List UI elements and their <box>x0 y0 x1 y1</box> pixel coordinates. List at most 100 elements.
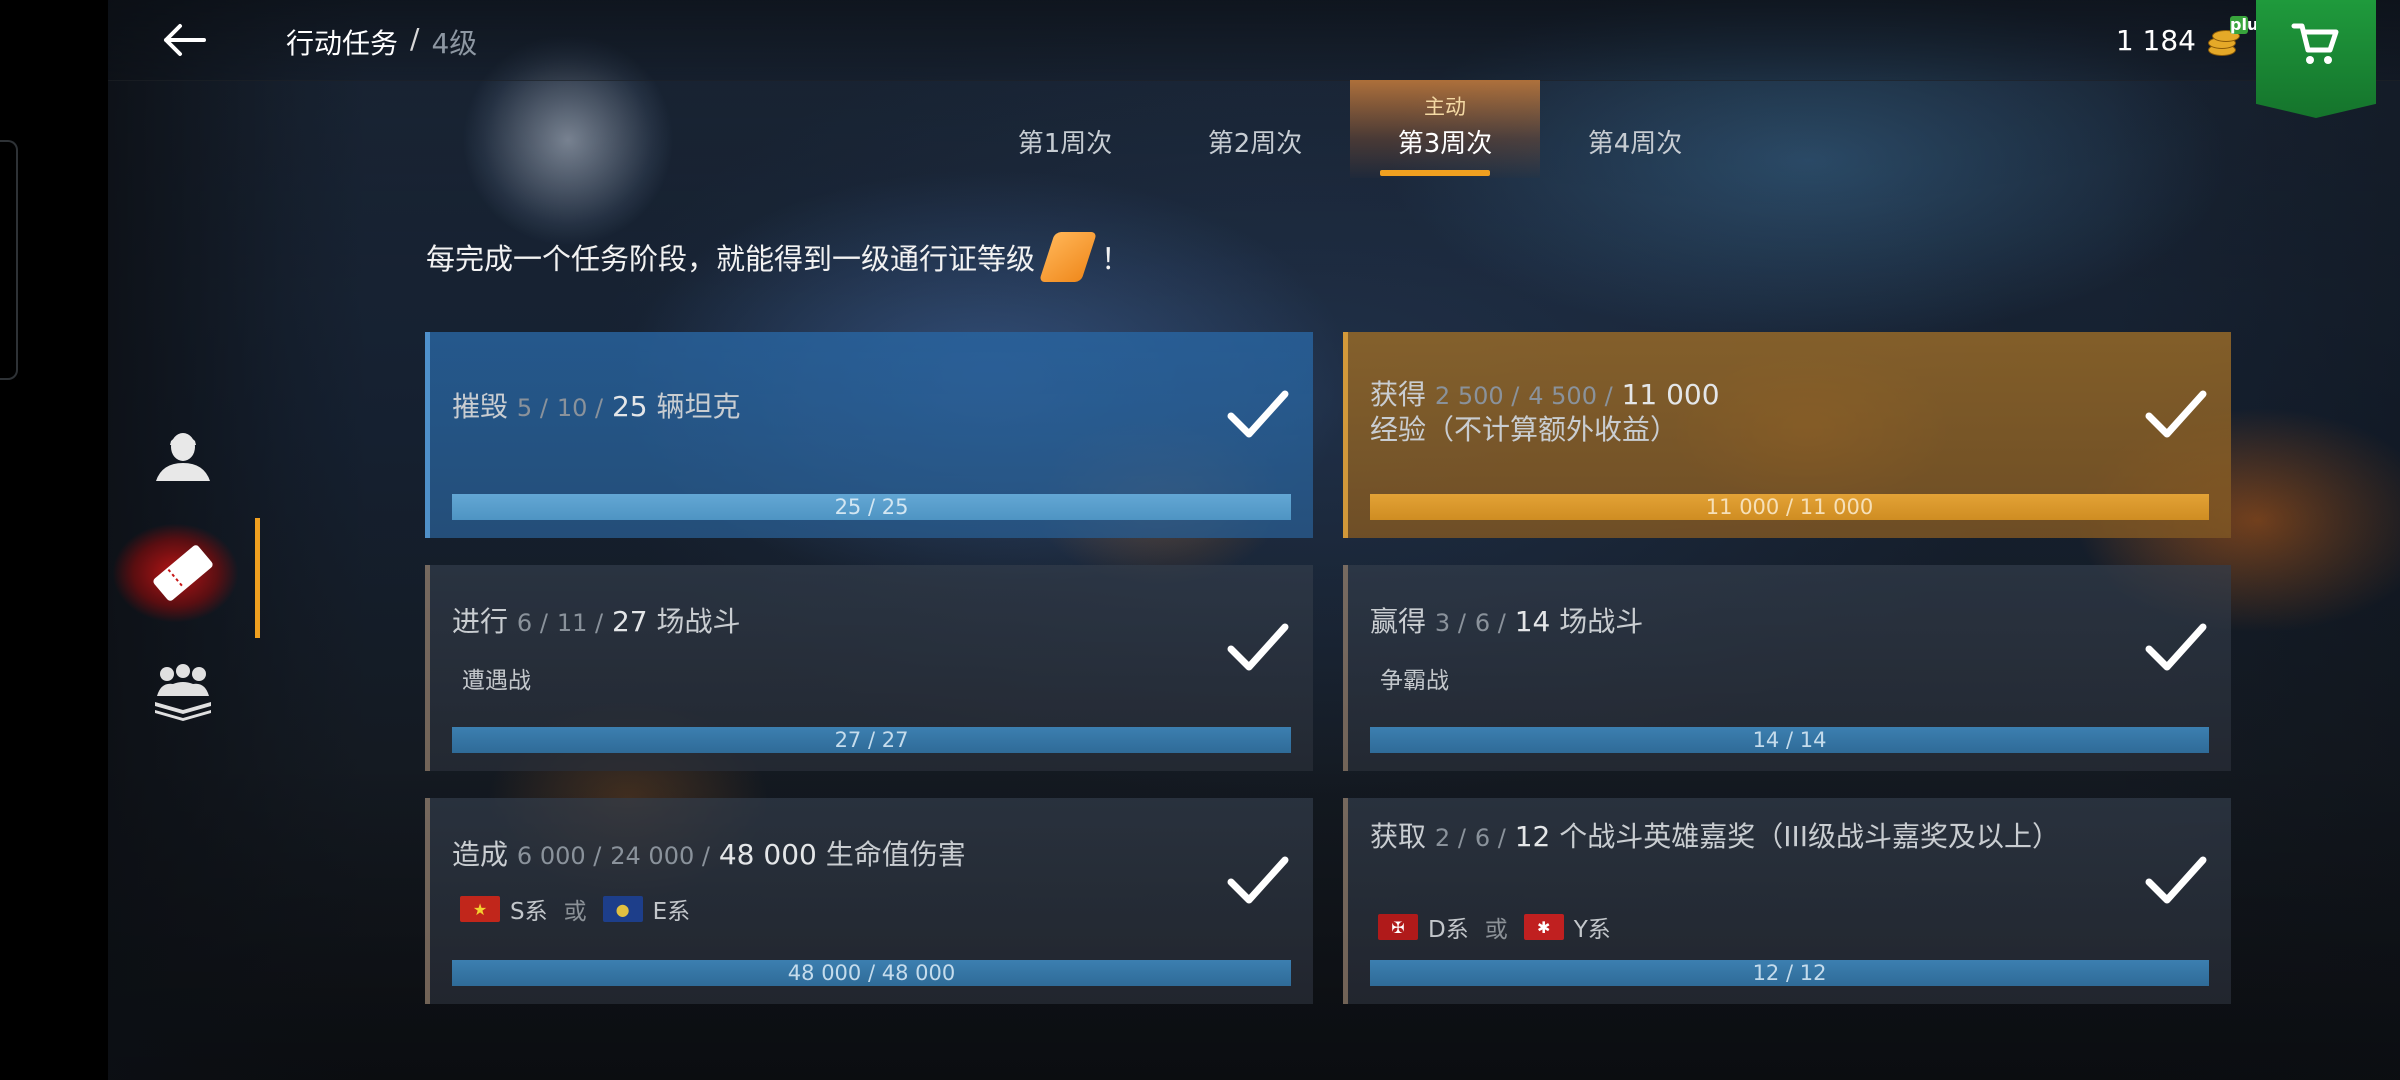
task-object: 场战斗 <box>656 605 741 638</box>
progress-text: 27 / 27 <box>834 728 909 752</box>
task-card[interactable]: 获得 2 500 / 4 500 / 11 000 经验（不计算额外收益） 11… <box>1343 332 2231 538</box>
task-object: 个战斗英雄嘉奖（III级战斗嘉奖及以上） <box>1559 820 2061 853</box>
cart-icon <box>2291 23 2339 64</box>
task-description: 造成 6 000 / 24 000 / 48 000 生命值伤害 <box>452 838 1112 873</box>
task-card[interactable]: 摧毁 5 / 10 / 25 辆坦克 25 / 25 <box>425 332 1313 538</box>
week-label: 第2周次 <box>1207 129 1303 159</box>
gold-balance[interactable]: 1 184 plus <box>2115 16 2268 58</box>
breadcrumb-title[interactable]: 行动任务 <box>286 22 398 62</box>
screen-edge <box>0 0 108 1080</box>
sidebar-item-profile[interactable] <box>108 400 258 510</box>
task-stage-2: 10 / <box>556 394 604 422</box>
back-button[interactable] <box>148 14 220 66</box>
crew-icon <box>155 664 211 721</box>
nation-s-flag-icon: ★ <box>460 896 500 922</box>
active-week-tag: 主动 <box>1424 95 1466 119</box>
breadcrumb: 行动任务 / 4级 <box>286 22 477 62</box>
task-target: 27 <box>611 605 648 638</box>
active-tab-indicator <box>1380 170 1490 176</box>
nation-y-flag-icon: ✱ <box>1523 914 1564 940</box>
nation-d-flag-icon: ✠ <box>1378 914 1418 940</box>
task-verb: 进行 <box>452 605 509 638</box>
task-object: 辆坦克 <box>656 390 741 423</box>
task-verb: 摧毁 <box>452 390 509 423</box>
info-suffix: ！ <box>1101 242 1131 276</box>
tab-week-1[interactable]: 第1周次 <box>970 80 1160 178</box>
week-label: 第1周次 <box>1017 129 1113 159</box>
task-verb: 赢得 <box>1370 605 1427 638</box>
progress-bar: 12 / 12 <box>1370 960 2209 986</box>
progress-bar: 14 / 14 <box>1370 727 2209 753</box>
task-target: 12 <box>1514 820 1551 853</box>
checkmark-icon <box>1227 390 1289 438</box>
task-verb: 造成 <box>452 838 509 871</box>
pass-level-icon <box>1038 232 1098 282</box>
task-description: 获取 2 / 6 / 12 个战斗英雄嘉奖（III级战斗嘉奖及以上） <box>1370 820 2070 855</box>
task-stage-1: 2 500 / <box>1434 382 1520 410</box>
task-card[interactable]: 赢得 3 / 6 / 14 场战斗 争霸战 14 / 14 <box>1343 565 2231 771</box>
or-label: 或 <box>1484 917 1508 943</box>
sidebar-item-missions[interactable] <box>108 518 260 638</box>
progress-bar: 48 000 / 48 000 <box>452 960 1291 986</box>
breadcrumb-separator: / <box>410 22 420 55</box>
task-object: 场战斗 <box>1559 605 1644 638</box>
checkmark-icon <box>1227 623 1289 671</box>
progress-text: 12 / 12 <box>1752 961 1827 985</box>
progress-bar: 11 000 / 11 000 <box>1370 494 2209 520</box>
pass-ticket-icon <box>153 545 213 601</box>
task-description: 摧毁 5 / 10 / 25 辆坦克 <box>452 390 1112 425</box>
task-stage-1: 5 / <box>516 394 548 422</box>
task-description: 进行 6 / 11 / 27 场战斗 <box>452 605 1112 640</box>
gold-amount: 1 184 <box>2115 23 2196 57</box>
nation-label: E系 <box>652 899 691 925</box>
task-card[interactable]: 进行 6 / 11 / 27 场战斗 遭遇战 27 / 27 <box>425 565 1313 771</box>
nation-label: Y系 <box>1573 917 1611 943</box>
shop-button[interactable] <box>2256 0 2376 118</box>
soldier-profile-icon <box>156 433 210 481</box>
nation-label: S系 <box>510 899 548 925</box>
task-stage-1: 3 / <box>1434 609 1466 637</box>
add-gold-icon[interactable]: plus <box>2230 16 2268 34</box>
progress-text: 14 / 14 <box>1752 728 1827 752</box>
or-label: 或 <box>563 899 587 925</box>
sidebar <box>108 400 260 760</box>
week-label: 第3周次 <box>1397 129 1493 159</box>
task-description: 赢得 3 / 6 / 14 场战斗 <box>1370 605 2030 640</box>
tab-week-2[interactable]: 第2周次 <box>1160 80 1350 178</box>
info-text: 每完成一个任务阶段，就能得到一级通行证等级 <box>426 242 1036 276</box>
checkmark-icon <box>1227 856 1289 904</box>
tab-week-4[interactable]: 第4周次 <box>1540 80 1730 178</box>
week-tabs: 第1周次 第2周次 主动 第3周次 第4周次 <box>970 80 1730 180</box>
task-stage-2: 4 500 / <box>1528 382 1613 410</box>
progress-bar: 27 / 27 <box>452 727 1291 753</box>
battle-mode: 遭遇战 <box>462 668 531 694</box>
task-stage-2: 24 000 / <box>610 842 710 870</box>
checkmark-icon <box>2145 856 2207 904</box>
task-card[interactable]: 造成 6 000 / 24 000 / 48 000 生命值伤害 ★ S系 或 … <box>425 798 1313 1004</box>
nation-e-flag-icon: ● <box>602 896 643 922</box>
progress-text: 48 000 / 48 000 <box>787 961 956 985</box>
arrow-left-icon <box>164 24 206 56</box>
gold-coins-icon: plus <box>2206 16 2268 58</box>
task-target: 25 <box>611 390 648 423</box>
task-condition: ★ S系 或 ● E系 <box>460 892 690 926</box>
task-stage-1: 6 / <box>516 609 548 637</box>
task-verb: 获取 <box>1370 820 1427 853</box>
task-condition: 遭遇战 <box>462 661 531 695</box>
task-stage-1: 2 / <box>1434 824 1466 852</box>
task-target: 48 000 <box>718 838 817 871</box>
mission-info: 每完成一个任务阶段，就能得到一级通行证等级 ！ <box>426 232 1130 282</box>
tab-week-3[interactable]: 主动 第3周次 <box>1350 80 1540 178</box>
task-object: 经验（不计算额外收益） <box>1370 413 1679 446</box>
task-card[interactable]: 获取 2 / 6 / 12 个战斗英雄嘉奖（III级战斗嘉奖及以上） ✠ D系 … <box>1343 798 2231 1004</box>
task-condition: ✠ D系 或 ✱ Y系 <box>1378 910 1611 944</box>
breadcrumb-level: 4级 <box>431 27 478 60</box>
battle-mode: 争霸战 <box>1380 668 1449 694</box>
task-target: 14 <box>1514 605 1551 638</box>
sidebar-item-crew[interactable] <box>108 636 258 746</box>
progress-bar: 25 / 25 <box>452 494 1291 520</box>
checkmark-icon <box>2145 623 2207 671</box>
task-condition: 争霸战 <box>1380 661 1449 695</box>
task-target: 11 000 <box>1621 378 1720 411</box>
progress-text: 25 / 25 <box>834 495 909 519</box>
